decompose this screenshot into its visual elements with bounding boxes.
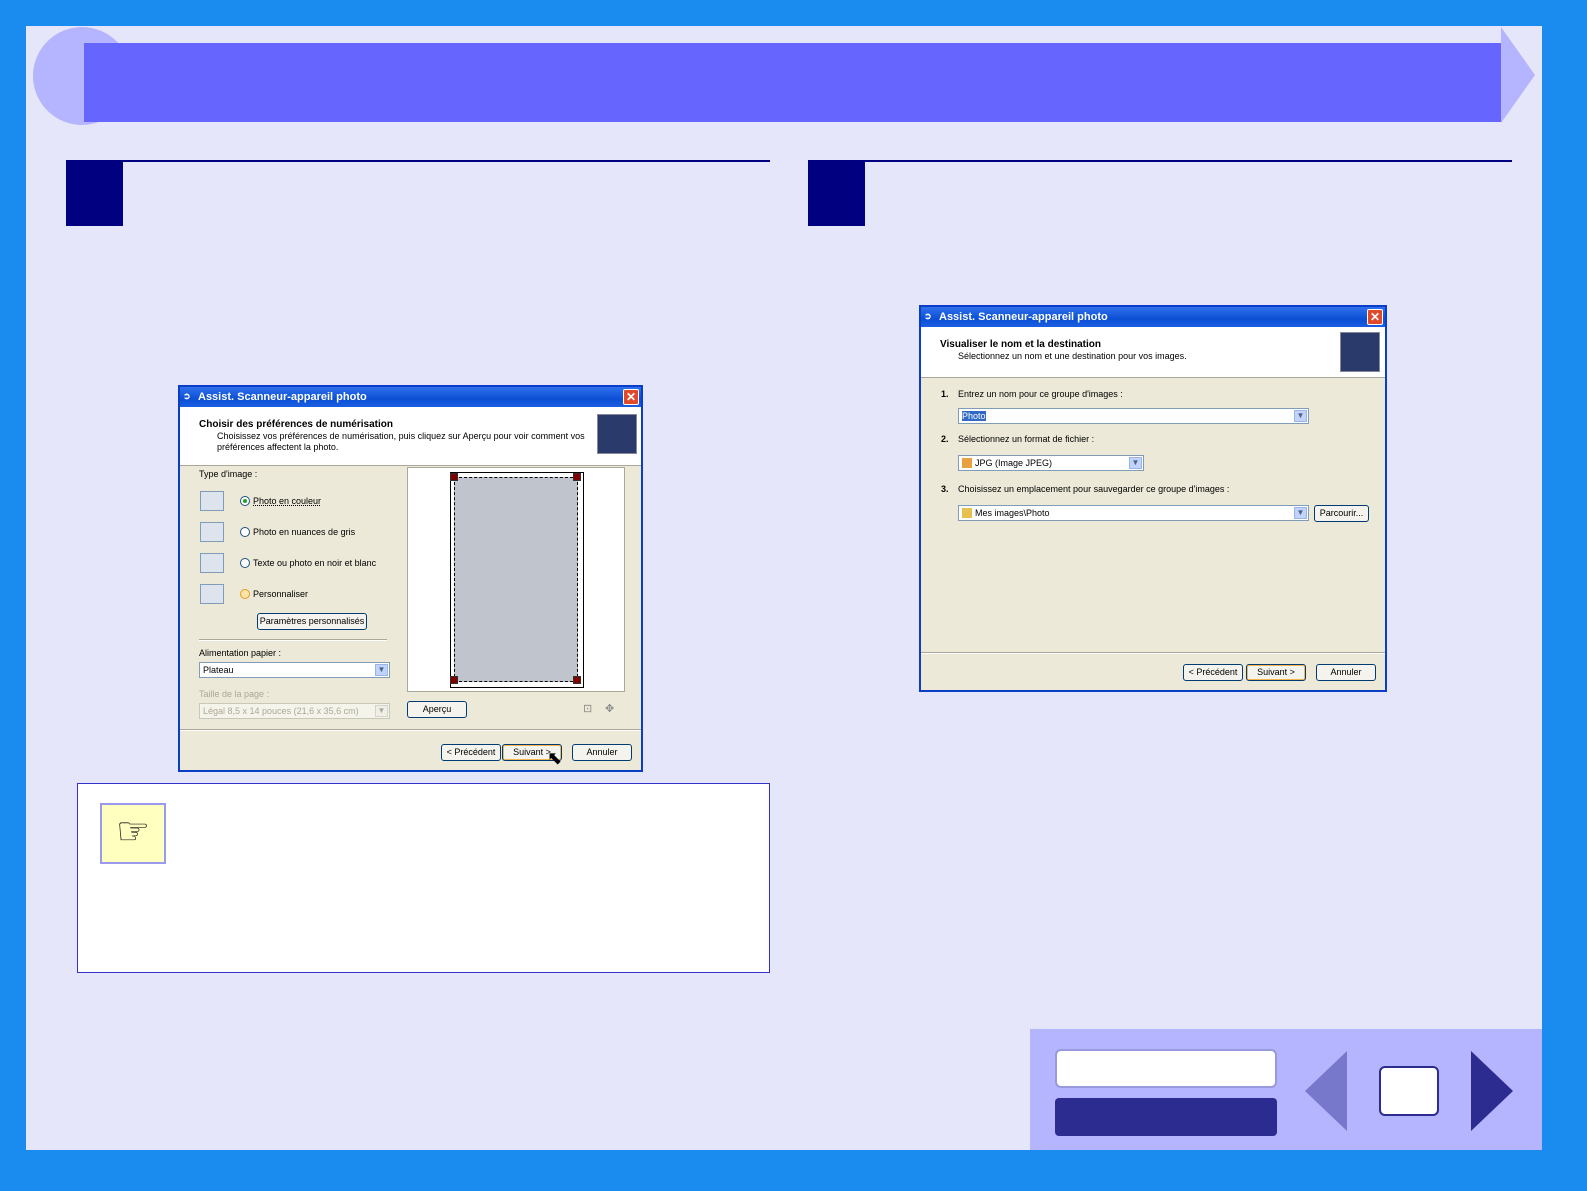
cancel-button[interactable]: Annuler — [1316, 664, 1376, 681]
scanner-icon: ➲ — [924, 311, 932, 321]
back-button[interactable]: < Précédent — [441, 744, 501, 761]
contents-button[interactable] — [1055, 1049, 1277, 1088]
scanner-icon: ➲ — [183, 391, 191, 401]
resize-handle[interactable] — [450, 473, 458, 481]
paper-feed-select[interactable]: Plateau ▼ — [199, 662, 390, 678]
folder-icon — [962, 508, 972, 518]
mouse-cursor-icon: ⬉ — [547, 748, 563, 768]
jpeg-file-icon — [962, 458, 972, 468]
dialog-title: Assist. Scanneur-appareil photo — [939, 311, 1108, 323]
page-size-select[interactable]: Légal 8,5 x 14 pouces (21,6 x 35,6 cm) ▼ — [199, 703, 390, 719]
preview-button[interactable]: Aperçu — [407, 701, 467, 718]
group-name-value: Photo — [962, 411, 986, 421]
option-custom-label[interactable]: Personnaliser — [253, 589, 308, 599]
header-desc: Sélectionnez un nom et une destination p… — [958, 351, 1187, 361]
dialog-title: Assist. Scanneur-appareil photo — [198, 391, 367, 403]
scan-preferences-dialog: ➲ Assist. Scanneur-appareil photo ✕ Choi… — [178, 385, 643, 772]
zoom-icon[interactable]: ✥ — [605, 702, 614, 715]
grayscale-photo-icon — [200, 522, 224, 542]
name-destination-dialog: ➲ Assist. Scanneur-appareil photo ✕ Visu… — [919, 305, 1387, 692]
file-format-value: JPG (Image JPEG) — [975, 458, 1053, 468]
footer-separator — [921, 652, 1385, 654]
chevron-down-icon[interactable]: ▼ — [1294, 410, 1307, 422]
page-size-value: Légal 8,5 x 14 pouces (21,6 x 35,6 cm) — [203, 706, 359, 716]
cancel-button[interactable]: Annuler — [572, 744, 632, 761]
chevron-down-icon[interactable]: ▼ — [1129, 457, 1142, 469]
header-title: Visualiser le nom et la destination — [940, 339, 1101, 350]
page-number-box — [1379, 1066, 1439, 1116]
color-photo-icon — [200, 491, 224, 511]
image-type-label: Type d'image : — [199, 469, 258, 479]
dialog-header: Choisir des préférences de numérisation … — [180, 407, 641, 466]
back-button[interactable]: < Précédent — [1183, 664, 1243, 681]
chevron-down-icon[interactable]: ▼ — [375, 705, 388, 717]
step-marker-left — [66, 160, 123, 226]
index-button[interactable] — [1055, 1098, 1277, 1136]
scanner-camera-icon — [1340, 332, 1380, 372]
dialog-titlebar: ➲ Assist. Scanneur-appareil photo ✕ — [180, 387, 641, 407]
fit-selection-icon[interactable]: ⊡ — [583, 702, 592, 715]
option-text-bw-label[interactable]: Texte ou photo en noir et blanc — [253, 558, 376, 568]
header-title: Choisir des préférences de numérisation — [199, 419, 393, 430]
paper-feed-label: Alimentation papier : — [199, 648, 282, 658]
step3-number: 3. — [941, 484, 949, 494]
save-location-select[interactable]: Mes images\Photo ▼ — [958, 505, 1309, 521]
page-size-label: Taille de la page : — [199, 689, 270, 699]
dialog-header: Visualiser le nom et la destination Séle… — [921, 327, 1385, 378]
save-location-value: Mes images\Photo — [975, 508, 1050, 518]
resize-handle[interactable] — [573, 473, 581, 481]
paper-feed-value: Plateau — [203, 665, 234, 675]
option-color-label[interactable]: Photo en couleur — [253, 496, 321, 506]
chevron-down-icon[interactable]: ▼ — [1294, 507, 1307, 519]
scan-selection[interactable] — [454, 477, 578, 682]
banner-arrow-icon — [1501, 27, 1535, 123]
step-marker-right — [808, 160, 865, 226]
radio-custom[interactable] — [240, 589, 250, 599]
browse-button[interactable]: Parcourir... — [1314, 505, 1369, 522]
close-button[interactable]: ✕ — [623, 389, 639, 405]
step-divider-right — [865, 160, 1512, 162]
resize-handle[interactable] — [573, 676, 581, 684]
separator — [199, 639, 387, 641]
radio-text-bw[interactable] — [240, 558, 250, 568]
step3-text: Choisissez un emplacement pour sauvegard… — [958, 484, 1230, 494]
group-name-input[interactable]: Photo ▼ — [958, 408, 1309, 424]
radio-color[interactable] — [240, 496, 250, 506]
radio-grayscale[interactable] — [240, 527, 250, 537]
custom-icon — [200, 584, 224, 604]
preview-pane — [407, 467, 625, 692]
step1-text: Entrez un nom pour ce groupe d'images : — [958, 389, 1123, 399]
file-format-select[interactable]: JPG (Image JPEG) ▼ — [958, 455, 1144, 471]
header-desc-1: Choisissez vos préférences de numérisati… — [217, 431, 585, 441]
pointing-hand-icon: ☞ — [100, 803, 166, 864]
close-button[interactable]: ✕ — [1367, 309, 1383, 325]
option-grayscale-label[interactable]: Photo en nuances de gris — [253, 527, 355, 537]
text-bw-icon — [200, 553, 224, 573]
dialog-titlebar: ➲ Assist. Scanneur-appareil photo ✕ — [921, 307, 1385, 327]
scanner-camera-icon — [597, 414, 637, 454]
note-box — [77, 783, 770, 973]
step2-text: Sélectionnez un format de fichier : — [958, 434, 1095, 444]
step2-number: 2. — [941, 434, 949, 444]
header-desc-2: préférences affectent la photo. — [217, 442, 339, 452]
step1-number: 1. — [941, 389, 949, 399]
footer-separator — [180, 729, 641, 731]
title-banner — [84, 43, 1501, 122]
next-button[interactable]: Suivant > — [1246, 664, 1306, 681]
custom-settings-button[interactable]: Paramètres personnalisés — [257, 613, 367, 630]
resize-handle[interactable] — [450, 676, 458, 684]
next-arrow-icon[interactable] — [1471, 1051, 1513, 1131]
chevron-down-icon[interactable]: ▼ — [375, 664, 388, 676]
step-divider-left — [123, 160, 770, 162]
prev-arrow-icon[interactable] — [1305, 1051, 1347, 1131]
